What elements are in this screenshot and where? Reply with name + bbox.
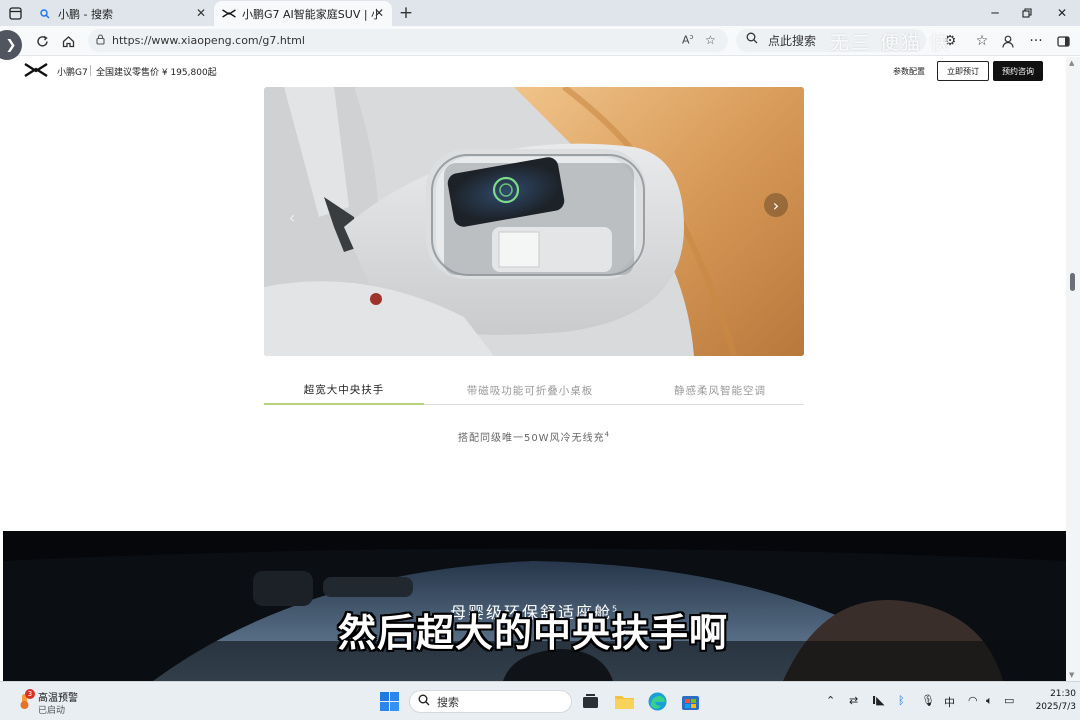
notification-badge: 3 [25, 689, 35, 699]
page-scrollbar[interactable]: ▲ ▼ [1066, 57, 1080, 681]
system-clock[interactable]: 21:30 2025/7/3 [1028, 688, 1076, 714]
windows-taskbar: 3 高温预警 已启动 搜索 ⌃ ⇄ Ⅰ◣ ᛒ 🎙︎ 中 ◠ 🔈︎ ▭ 21:30… [0, 681, 1080, 720]
task-view-icon[interactable] [580, 691, 601, 712]
weather-alert-status: 已启动 [38, 706, 66, 716]
tray-overflow-icon[interactable]: ⌃ [826, 694, 835, 707]
divider [90, 65, 91, 76]
clock-time: 21:30 [1050, 689, 1076, 699]
search-icon [418, 694, 430, 709]
carousel-prev-arrow[interactable]: ‹ [280, 205, 304, 229]
carousel-next-arrow[interactable]: › [764, 193, 788, 217]
new-tab-button[interactable]: + [396, 3, 416, 23]
search-icon [746, 32, 758, 47]
close-icon[interactable]: ✕ [374, 6, 384, 20]
more-icon[interactable]: ··· [1026, 31, 1046, 51]
tab-center-armrest[interactable]: 超宽大中央扶手 [264, 375, 424, 405]
feature-caption: 搭配同级唯一50W风冷无线充4 [264, 429, 804, 444]
tray-app-icon[interactable]: ⇄ [849, 694, 858, 707]
close-window-icon[interactable]: ✕ [1052, 3, 1072, 23]
config-link[interactable]: 参数配置 [893, 66, 925, 77]
xpeng-logo-icon[interactable] [24, 63, 48, 77]
site-header: 小鹏G7 全国建议零售价 ¥ 195,800起 参数配置 立即预订 预约咨询 [0, 57, 1066, 85]
favorite-star-icon[interactable]: ☆ [705, 33, 716, 47]
weather-alert-title[interactable]: 高温预警 [38, 689, 78, 704]
taskbar-search-label: 搜索 [437, 695, 459, 709]
consult-button[interactable]: 预约咨询 [993, 61, 1043, 81]
video-watermark: 无三 便猫 快 [830, 32, 952, 54]
chevron-right-icon: ❯ [5, 37, 17, 53]
feature-carousel-image: ‹ › [264, 87, 804, 356]
refresh-icon[interactable] [32, 31, 52, 51]
read-aloud-icon[interactable]: Aↄ [682, 33, 693, 47]
restore-icon[interactable] [1017, 3, 1037, 23]
tab-folding-table[interactable]: 带磁吸功能可折叠小桌板 [424, 375, 636, 405]
feature-tabs: 超宽大中央扶手 带磁吸功能可折叠小桌板 静感柔风智能空调 [264, 375, 804, 405]
wifi-icon[interactable]: ◠ [968, 694, 978, 707]
browser-tab-xiaopeng[interactable]: 小鹏G7 AI智能家庭SUV | 小鹏汽车 ✕ [214, 1, 392, 26]
minimize-icon[interactable]: ─ [985, 3, 1005, 23]
battery-icon[interactable]: ▭ [1004, 694, 1014, 707]
profile-icon[interactable] [998, 31, 1018, 51]
tab-air-conditioner[interactable]: 静感柔风智能空调 [636, 375, 804, 405]
search-icon [38, 7, 52, 21]
order-button[interactable]: 立即预订 [937, 61, 989, 81]
caption-text: 搭配同级唯一50W风冷无线充 [457, 433, 605, 444]
price-label: 全国建议零售价 ¥ 195,800起 [96, 68, 217, 78]
store-icon[interactable] [680, 691, 701, 712]
center-armrest-photo [264, 87, 804, 356]
windows-start-icon[interactable] [380, 692, 399, 711]
input-method-indicator[interactable]: 中 [944, 694, 955, 710]
tab-title: 小鹏 - 搜索 [58, 7, 113, 21]
search-placeholder: 点此搜索 [768, 34, 817, 48]
footnote-mark: 4 [604, 430, 611, 439]
volume-icon[interactable]: 🔈︎ [986, 694, 993, 708]
scroll-thumb[interactable] [1070, 273, 1075, 291]
home-icon[interactable] [58, 31, 78, 51]
clock-date: 2025/7/3 [1035, 702, 1076, 712]
favorites-icon[interactable]: ☆ [972, 31, 992, 51]
tab-actions-icon[interactable] [5, 3, 25, 23]
bluetooth-icon[interactable]: ᛒ [898, 694, 905, 707]
tab-title: 小鹏G7 AI智能家庭SUV | 小鹏汽车 [242, 7, 378, 21]
model-name: 小鹏G7 [57, 68, 88, 78]
browser-tab-search[interactable]: 小鹏 - 搜索 ✕ [30, 1, 214, 26]
file-explorer-icon[interactable] [614, 691, 635, 712]
browser-tab-strip: 小鹏 - 搜索 ✕ 小鹏G7 AI智能家庭SUV | 小鹏汽车 ✕ + ─ ✕ [0, 0, 1080, 26]
close-icon[interactable]: ✕ [196, 6, 206, 20]
xpeng-logo-icon [222, 7, 236, 21]
url-text: https://www.xiaopeng.com/g7.html [112, 34, 305, 47]
microphone-icon[interactable]: 🎙︎ [921, 694, 935, 707]
address-bar[interactable]: https://www.xiaopeng.com/g7.html Aↄ ☆ [88, 29, 728, 52]
scroll-up-icon[interactable]: ▲ [1069, 59, 1074, 67]
tray-monitor-icon[interactable]: Ⅰ◣ [872, 694, 885, 707]
edge-browser-icon[interactable] [647, 691, 668, 712]
web-page: 小鹏G7 全国建议零售价 ¥ 195,800起 参数配置 立即预订 预约咨询 ‹… [0, 57, 1066, 681]
video-subtitle: 然后超大的中央扶手啊 [337, 611, 728, 655]
sidebar-icon[interactable] [1053, 31, 1073, 51]
taskbar-search[interactable]: 搜索 [409, 690, 572, 713]
lock-icon [96, 34, 105, 48]
scroll-down-icon[interactable]: ▼ [1069, 671, 1074, 679]
